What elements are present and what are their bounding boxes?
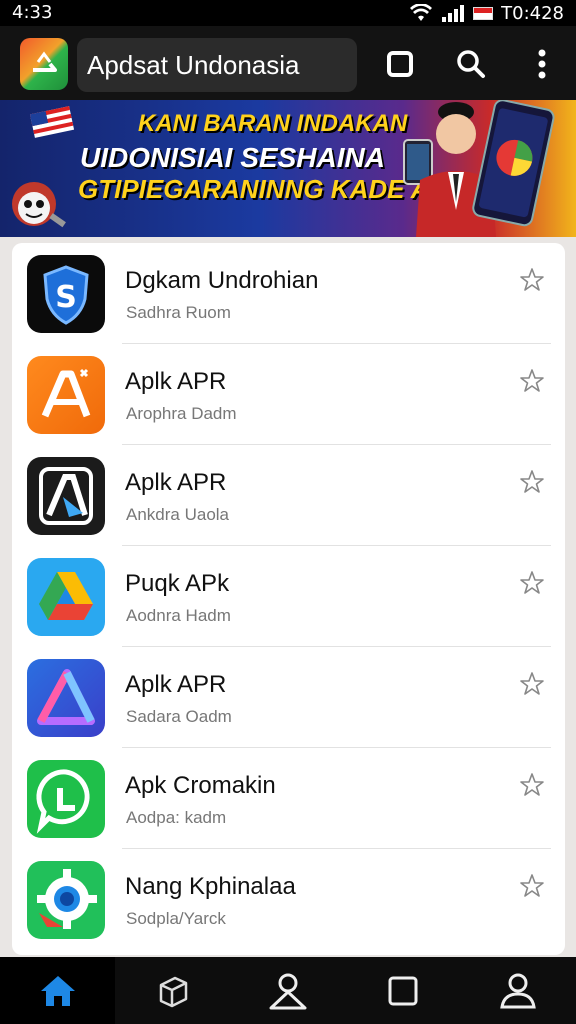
star-icon[interactable] xyxy=(519,267,545,293)
banner-headline-1: KANI BARAN INDAKAN xyxy=(138,110,408,137)
svg-text:S: S xyxy=(55,280,77,315)
app-title: Puqk APk xyxy=(125,570,230,597)
promo-banner[interactable]: KANI BARAN INDAKAN UIDONISIAI SESHAINA G… xyxy=(0,100,576,237)
flag-icon xyxy=(473,6,494,20)
star-icon[interactable] xyxy=(519,469,545,495)
status-time: 4:33 xyxy=(12,2,53,23)
search-icon xyxy=(457,50,485,78)
search-button[interactable] xyxy=(451,44,491,84)
phone-illustration xyxy=(472,100,555,227)
app-title: Aplk APR xyxy=(125,368,227,395)
app-subtitle: Sodpla/Yarck xyxy=(126,909,226,928)
list-item[interactable]: Aplk APR Arophra Dadm xyxy=(12,344,565,445)
app-title: Aplk APR xyxy=(125,469,227,496)
home-icon xyxy=(40,975,75,1006)
app-title: Nang Kphinalaa xyxy=(125,873,296,900)
app-logo-icon[interactable] xyxy=(20,38,68,90)
box-icon xyxy=(159,976,187,1007)
star-icon[interactable] xyxy=(519,368,545,394)
nav-profile[interactable] xyxy=(230,957,345,1024)
list-item[interactable]: Aplk APR Ankdra Uaola xyxy=(12,445,565,546)
app-title: Dgkam Undrohian xyxy=(125,267,319,294)
app-list-area: S Dgkam Undrohian Sadhra Ruom Aplk APR A… xyxy=(0,237,576,957)
search-input[interactable]: Apdsat Undonasia xyxy=(77,38,357,92)
app-title: Apk Cromakin xyxy=(125,772,276,799)
app-subtitle: Aodnra Hadm xyxy=(126,606,231,625)
app-list: S Dgkam Undrohian Sadhra Ruom Aplk APR A… xyxy=(12,243,565,955)
star-icon[interactable] xyxy=(519,570,545,596)
list-item[interactable]: Puqk APk Aodnra Hadm xyxy=(12,546,565,647)
nav-home[interactable] xyxy=(0,957,115,1024)
drive-icon xyxy=(27,558,105,636)
person-icon xyxy=(499,973,536,1008)
status-bar: 4:33 T0:428 xyxy=(0,0,576,26)
status-icons: T0:428 xyxy=(409,1,564,25)
letter-a-icon xyxy=(27,356,105,434)
more-vert-icon xyxy=(538,49,546,79)
tabs-button[interactable] xyxy=(380,44,420,84)
app-subtitle: Sadara Oadm xyxy=(126,707,232,726)
list-item[interactable]: Nang Kphinalaa Sodpla/Yarck xyxy=(12,849,565,950)
person-outline-icon xyxy=(269,973,306,1009)
square-icon xyxy=(387,51,413,77)
more-menu-button[interactable] xyxy=(522,44,562,84)
nav-tabs[interactable] xyxy=(345,957,460,1024)
wifi-icon xyxy=(410,4,433,21)
bottom-nav xyxy=(0,957,576,1024)
star-icon[interactable] xyxy=(519,873,545,899)
chat-l-icon xyxy=(27,760,105,838)
list-item[interactable]: S Dgkam Undrohian Sadhra Ruom xyxy=(12,243,565,344)
nav-apps[interactable] xyxy=(115,957,230,1024)
list-item[interactable]: Aplk APR Sadara Oadm xyxy=(12,647,565,748)
app-subtitle: Sadhra Ruom xyxy=(126,303,231,322)
gradient-a-icon xyxy=(27,659,105,737)
nav-account[interactable] xyxy=(460,957,575,1024)
app-subtitle: Arophra Dadm xyxy=(126,404,237,423)
gear-icon xyxy=(27,861,105,939)
app-subtitle: Aodpa: kadm xyxy=(126,808,227,827)
shield-s-icon: S xyxy=(27,255,105,333)
status-clock: T0:428 xyxy=(501,2,564,24)
app-title: Aplk APR xyxy=(125,671,227,698)
mascot-icon xyxy=(12,182,66,228)
signal-icon xyxy=(442,5,465,22)
star-icon[interactable] xyxy=(519,671,545,697)
a-phone-icon xyxy=(27,457,105,535)
list-item[interactable]: Apk Cromakin Aodpa: kadm xyxy=(12,748,565,849)
banner-headline-2: UIDONISIAI SESHAINA xyxy=(80,142,385,173)
app-bar: Apdsat Undonasia xyxy=(0,26,576,100)
flag-icon xyxy=(29,106,75,138)
star-icon[interactable] xyxy=(519,772,545,798)
app-subtitle: Ankdra Uaola xyxy=(126,505,230,524)
square-icon xyxy=(388,976,417,1005)
